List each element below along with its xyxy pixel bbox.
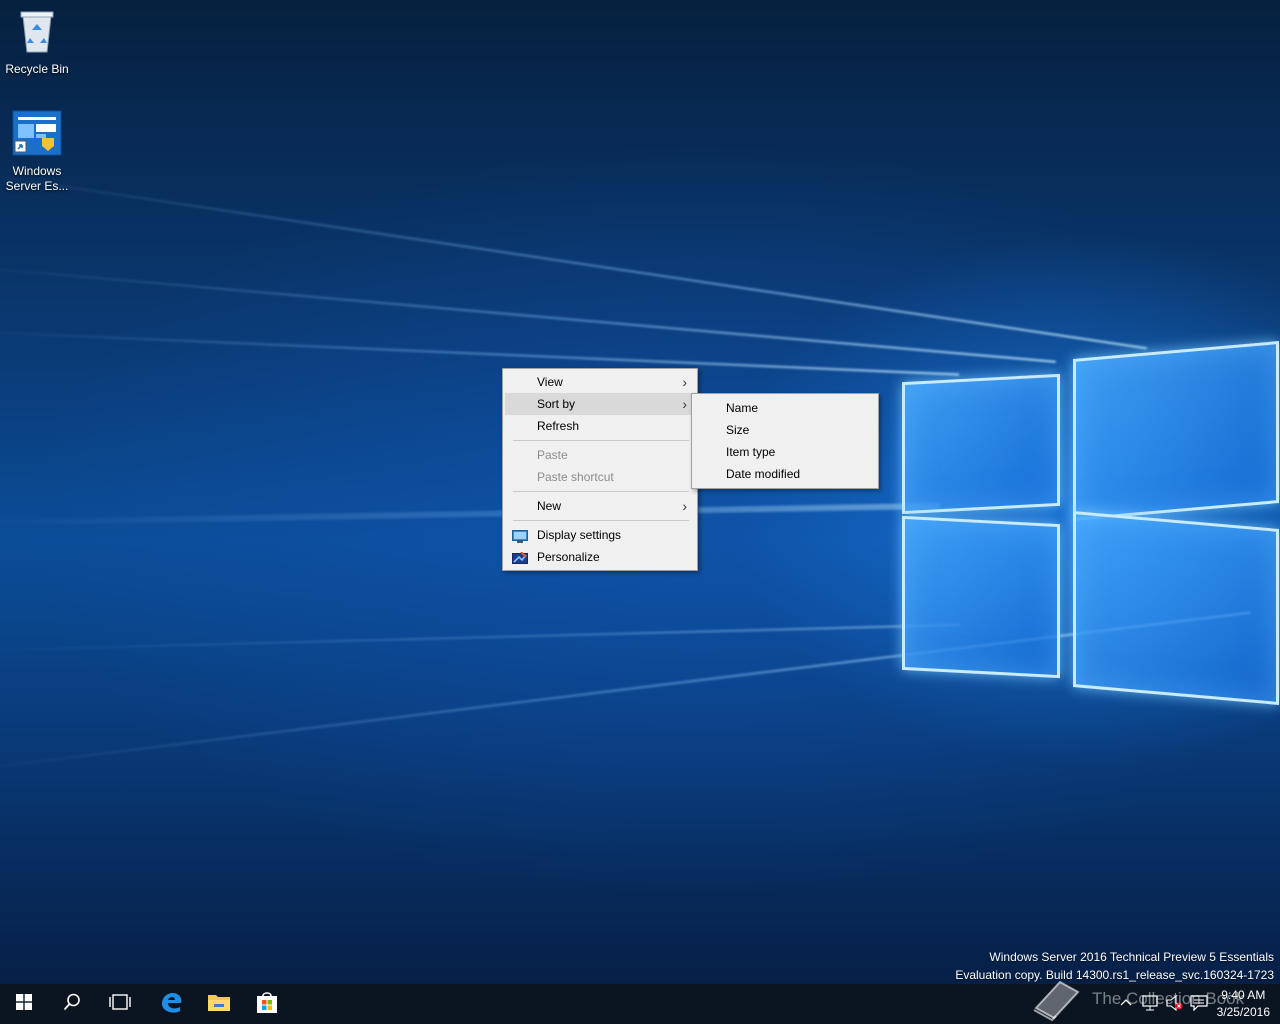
menu-item-paste-shortcut[interactable]: Paste shortcut [505,466,695,488]
sort-by-name[interactable]: Name [694,397,876,419]
sort-by-submenu: Name Size Item type Date modified [691,393,879,489]
store-icon [255,990,279,1018]
menu-item-label: Refresh [537,419,580,433]
desktop-context-menu: View › Sort by › Refresh Paste Paste sho… [502,368,698,571]
sort-by-date-modified[interactable]: Date modified [694,463,876,485]
personalize-icon [512,550,528,564]
chevron-right-icon: › [682,498,687,514]
menu-item-label: Size [726,423,750,437]
recycle-bin-icon [1,8,73,58]
display-settings-icon [512,528,528,543]
menu-item-sort-by[interactable]: Sort by › [505,393,695,415]
sort-by-item-type[interactable]: Item type [694,441,876,463]
sort-by-size[interactable]: Size [694,419,876,441]
menu-item-label: Paste shortcut [537,470,614,484]
start-button[interactable] [0,984,48,1024]
windows-logo-wallpaper [880,320,1280,720]
menu-separator [513,520,689,521]
file-explorer-taskbar-button[interactable] [195,984,243,1024]
brand-overlay: The Collection Book [1030,974,1270,1024]
search-button[interactable] [48,984,96,1024]
desktop-icon-label: Windows Server Es... [5,164,69,193]
edge-icon [159,990,183,1018]
file-explorer-icon [207,992,231,1016]
menu-item-label: View [537,375,563,389]
menu-item-paste[interactable]: Paste [505,444,695,466]
start-icon [16,994,32,1014]
menu-item-refresh[interactable]: Refresh [505,415,695,437]
edge-taskbar-button[interactable] [147,984,195,1024]
search-icon [63,993,81,1015]
menu-item-label: Item type [726,445,776,459]
menu-item-view[interactable]: View › [505,371,695,393]
menu-item-label: Display settings [537,528,622,542]
task-view-button[interactable] [96,984,144,1024]
menu-item-label: Sort by [537,397,576,411]
chevron-right-icon: › [682,374,687,390]
brand-overlay-text: The Collection Book [1092,989,1245,1008]
menu-separator [513,491,689,492]
task-view-icon [109,994,131,1014]
menu-item-personalize[interactable]: Personalize [505,546,695,568]
desktop-icon-label: Recycle Bin [5,62,69,76]
menu-item-new[interactable]: New › [505,495,695,517]
windows-server-essentials-shortcut[interactable]: Windows Server Es... [1,110,73,194]
menu-item-label: New [537,499,562,513]
store-taskbar-button[interactable] [243,984,291,1024]
menu-separator [513,440,689,441]
menu-item-label: Name [726,401,759,415]
recycle-bin-shortcut[interactable]: Recycle Bin [1,8,73,77]
book-icon [1030,978,1082,1024]
windows-server-essentials-dashboard-icon [1,110,73,160]
menu-item-label: Date modified [726,467,801,481]
build-watermark-line1: Windows Server 2016 Technical Preview 5 … [989,950,1274,964]
chevron-right-icon: › [682,396,687,412]
menu-item-label: Personalize [537,550,600,564]
menu-item-label: Paste [537,448,568,462]
menu-item-display-settings[interactable]: Display settings [505,524,695,546]
